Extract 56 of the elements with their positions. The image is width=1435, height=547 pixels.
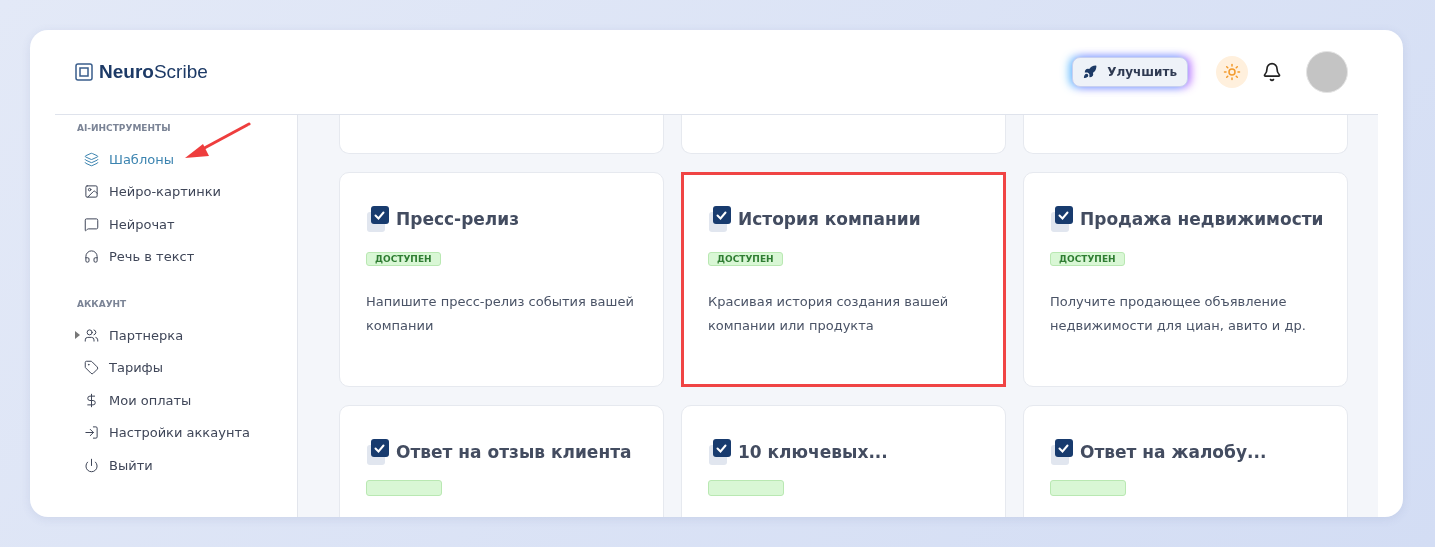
sidebar-item[interactable]: Мои оплаты bbox=[77, 384, 297, 417]
template-card[interactable]: История компании ДОСТУПЕН Красивая история создания вашей компании или продукта bbox=[681, 172, 1006, 387]
sidebar-item[interactable]: Нейро-картинки bbox=[77, 175, 297, 208]
card-title: 10 ключевых... bbox=[738, 442, 888, 462]
status-badge: ДОСТУПЕН bbox=[366, 252, 441, 266]
checked-document-icon bbox=[708, 205, 732, 233]
template-card[interactable]: Ответ на жалобу... bbox=[1023, 405, 1348, 517]
chat-bubble-icon bbox=[84, 216, 99, 232]
card-description: Получите продающее объявление недвижимости для циан, авито и др. bbox=[1050, 293, 1307, 335]
template-card[interactable]: Продажа недвижимости ДОСТУПЕН Получите продающее объявление недвижимости для циан, авито и др. bbox=[1023, 172, 1348, 387]
sidebar-section-title: АККАУНТ bbox=[77, 299, 128, 309]
card-title: Ответ на отзыв клиента bbox=[396, 442, 632, 462]
avatar-placeholder[interactable] bbox=[1306, 51, 1348, 93]
expand-caret-icon[interactable] bbox=[75, 331, 80, 340]
template-card[interactable] bbox=[1023, 115, 1348, 154]
checked-document-icon bbox=[1050, 205, 1074, 233]
dollar-icon bbox=[84, 392, 99, 408]
checked-document-icon bbox=[708, 438, 732, 466]
card-title: Продажа недвижимости bbox=[1080, 209, 1324, 229]
sun-icon bbox=[1223, 63, 1241, 81]
image-icon bbox=[84, 184, 99, 200]
power-icon bbox=[84, 457, 99, 473]
sidebar-item[interactable]: Тарифы bbox=[77, 351, 297, 384]
logo-icon bbox=[75, 63, 93, 81]
status-badge: ДОСТУПЕН bbox=[1050, 252, 1125, 266]
logo-text: NeuroScribe bbox=[99, 61, 208, 83]
template-card[interactable] bbox=[339, 115, 664, 154]
card-title: Ответ на жалобу... bbox=[1080, 442, 1267, 462]
checked-document-icon bbox=[1050, 438, 1074, 466]
sidebar-item[interactable]: Шаблоны bbox=[77, 143, 297, 176]
card-description: Напишите пресс-релиз события вашей компании bbox=[366, 293, 635, 335]
sidebar-item[interactable]: Речь в текст bbox=[77, 240, 297, 273]
template-card[interactable]: Ответ на отзыв клиента bbox=[339, 405, 664, 517]
sidebar-item[interactable]: Нейрочат bbox=[77, 208, 297, 241]
tag-icon bbox=[84, 360, 99, 376]
sidebar-item[interactable]: Настройки аккаунта bbox=[77, 416, 297, 449]
card-title: Пресс-релиз bbox=[396, 209, 520, 229]
rocket-icon bbox=[1083, 65, 1098, 79]
users-icon bbox=[84, 327, 99, 343]
card-description: Красивая история создания вашей компании или продукта bbox=[708, 293, 950, 335]
template-card[interactable] bbox=[681, 115, 1006, 154]
sidebar-item[interactable]: Партнерка bbox=[77, 319, 297, 352]
notifications-bell-icon[interactable] bbox=[1262, 62, 1282, 82]
checked-document-icon bbox=[366, 205, 390, 233]
status-badge: ДОСТУПЕН bbox=[708, 252, 783, 266]
layers-icon bbox=[84, 151, 99, 167]
template-card[interactable]: 10 ключевых... bbox=[681, 405, 1006, 517]
sidebar-item[interactable]: Выйти bbox=[77, 449, 297, 482]
template-card[interactable]: Пресс-релиз ДОСТУПЕН Напишите пресс-релиз события вашей компании bbox=[339, 172, 664, 387]
sign-in-icon bbox=[84, 425, 99, 441]
sidebar-section-title: AI-ИНСТРУМЕНТЫ bbox=[77, 123, 172, 133]
headphones-icon bbox=[84, 249, 99, 265]
checked-document-icon bbox=[366, 438, 390, 466]
theme-toggle-button[interactable] bbox=[1216, 56, 1248, 88]
upgrade-button[interactable]: Улучшить bbox=[1072, 57, 1188, 87]
card-title: История компании bbox=[738, 209, 921, 229]
